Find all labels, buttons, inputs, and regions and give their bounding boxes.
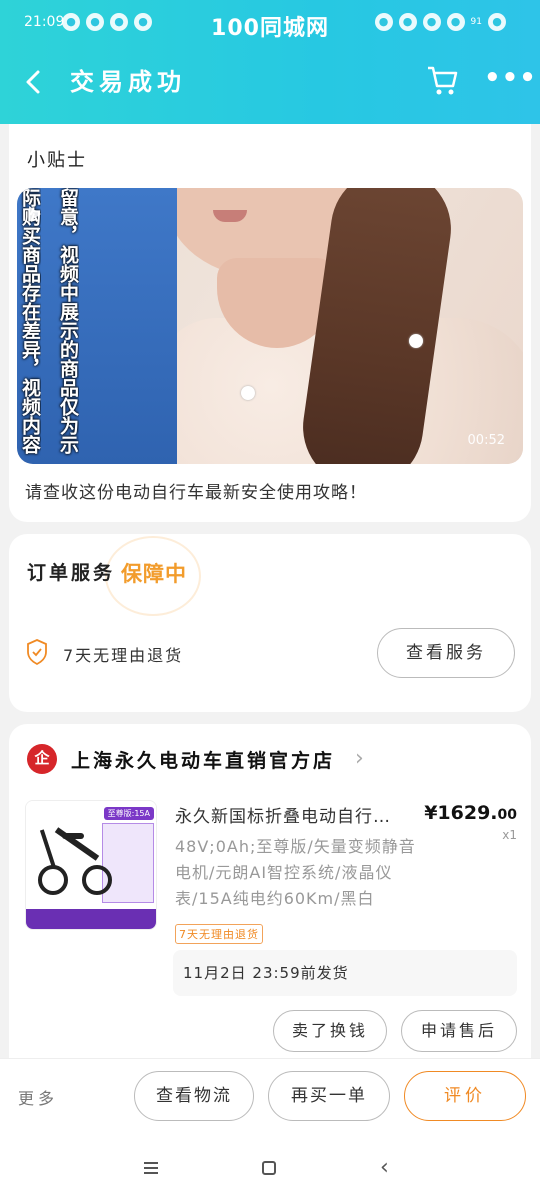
bike-wheel-shape <box>82 865 112 895</box>
price-decimal: 00 <box>497 807 517 823</box>
shop-logo-icon[interactable]: 企 <box>27 744 57 774</box>
review-button[interactable]: 评价 <box>404 1071 526 1121</box>
product-quantity: x1 <box>502 828 517 842</box>
home-icon[interactable] <box>262 1161 276 1175</box>
menu-icon[interactable] <box>144 1162 160 1176</box>
price-integer: ¥1629. <box>424 802 498 824</box>
video-pearl-shape <box>409 334 423 348</box>
back-arrow-icon[interactable] <box>20 62 52 98</box>
page-title: 交易成功 <box>70 68 186 96</box>
tips-title: 小贴士 <box>27 150 87 171</box>
signal-text: 91 <box>470 17 482 27</box>
bike-wheel-shape <box>38 865 68 895</box>
resell-button[interactable]: 卖了换钱 <box>273 1010 387 1052</box>
after-sale-button[interactable]: 申请售后 <box>401 1010 517 1052</box>
product-image[interactable]: 至尊版:15A <box>25 800 157 930</box>
tips-video[interactable]: 留意，视频中展示的商品仅为示 际购买商品存在差异，视频内容 00:52 <box>17 188 523 464</box>
product-price: ¥1629.00 <box>424 802 517 824</box>
more-dots-icon[interactable]: ••• <box>484 64 536 96</box>
battery-icon: ● <box>488 13 506 31</box>
video-subtitle-line: 留意，视频中展示的商品仅为示 <box>57 188 79 454</box>
system-icon: ● <box>422 13 441 31</box>
video-duration: 00:52 <box>467 433 505 448</box>
view-service-button[interactable]: 查看服务 <box>377 628 515 678</box>
play-icon[interactable] <box>29 206 41 222</box>
image-feature-panel <box>102 823 154 903</box>
shield-check-icon <box>25 638 49 666</box>
return-tag: 7天无理由退货 <box>175 924 263 944</box>
bike-handle-shape <box>39 829 57 869</box>
view-logistics-button[interactable]: 查看物流 <box>134 1071 254 1121</box>
status-system-icons: ● ● ● ● 91 ● <box>374 13 506 31</box>
status-bar: 21:09 ● ● ● ● 100同城网 ● ● ● ● 91 ● <box>0 0 540 50</box>
product-spec: 48V;0Ah;至尊版/矢量变频静音电机/元朗AI智控系统/液晶仪表/15A纯电… <box>175 837 416 908</box>
shipping-info: 11月2日 23:59前发货 <box>173 950 517 996</box>
system-back-icon[interactable]: ‹ <box>380 1155 389 1180</box>
system-icon: ● <box>398 13 417 31</box>
tips-description[interactable]: 请查收这份电动自行车最新安全使用攻略！ <box>25 478 367 503</box>
order-service-card: 订单服务 保障中 7天无理由退货 查看服务 <box>9 534 531 712</box>
chevron-right-icon[interactable]: › <box>355 746 364 771</box>
header: 21:09 ● ● ● ● 100同城网 ● ● ● ● 91 ● 交易成功 •… <box>0 0 540 124</box>
system-nav-bar: ‹ <box>0 1142 540 1200</box>
order-card: 企 上海永久电动车直销官方店 › 至尊版:15A 永久新国标折叠电动自行… 48… <box>9 724 531 1084</box>
nav-bar: 交易成功 ••• <box>0 56 540 104</box>
return-policy-text: 7天无理由退货 <box>63 646 184 665</box>
system-icon: ● <box>374 13 393 31</box>
system-icon: ● <box>446 13 465 31</box>
shop-logo-text: 企 <box>34 749 50 767</box>
bottom-action-bar: 更多 查看物流 再买一单 评价 <box>0 1058 540 1142</box>
product-title[interactable]: 永久新国标折叠电动自行… <box>175 802 423 827</box>
tips-card: 小贴士 留意，视频中展示的商品仅为示 际购买商品存在差异，视频内容 00:52 … <box>9 124 531 522</box>
image-promo-bar <box>26 909 156 929</box>
guarantee-badge: 保障中 <box>121 562 187 586</box>
image-badge: 至尊版:15A <box>103 807 154 820</box>
buy-again-button[interactable]: 再买一单 <box>268 1071 390 1121</box>
video-blue-shape <box>17 188 177 464</box>
cart-icon[interactable] <box>424 62 460 98</box>
order-service-title: 订单服务 <box>27 562 116 584</box>
video-pearl-shape <box>241 386 255 400</box>
shop-name[interactable]: 上海永久电动车直销官方店 <box>71 746 335 773</box>
shipping-text: 11月2日 23:59前发货 <box>183 964 349 982</box>
more-link[interactable]: 更多 <box>18 1085 58 1109</box>
video-subtitle-line: 际购买商品存在差异，视频内容 <box>19 188 41 454</box>
